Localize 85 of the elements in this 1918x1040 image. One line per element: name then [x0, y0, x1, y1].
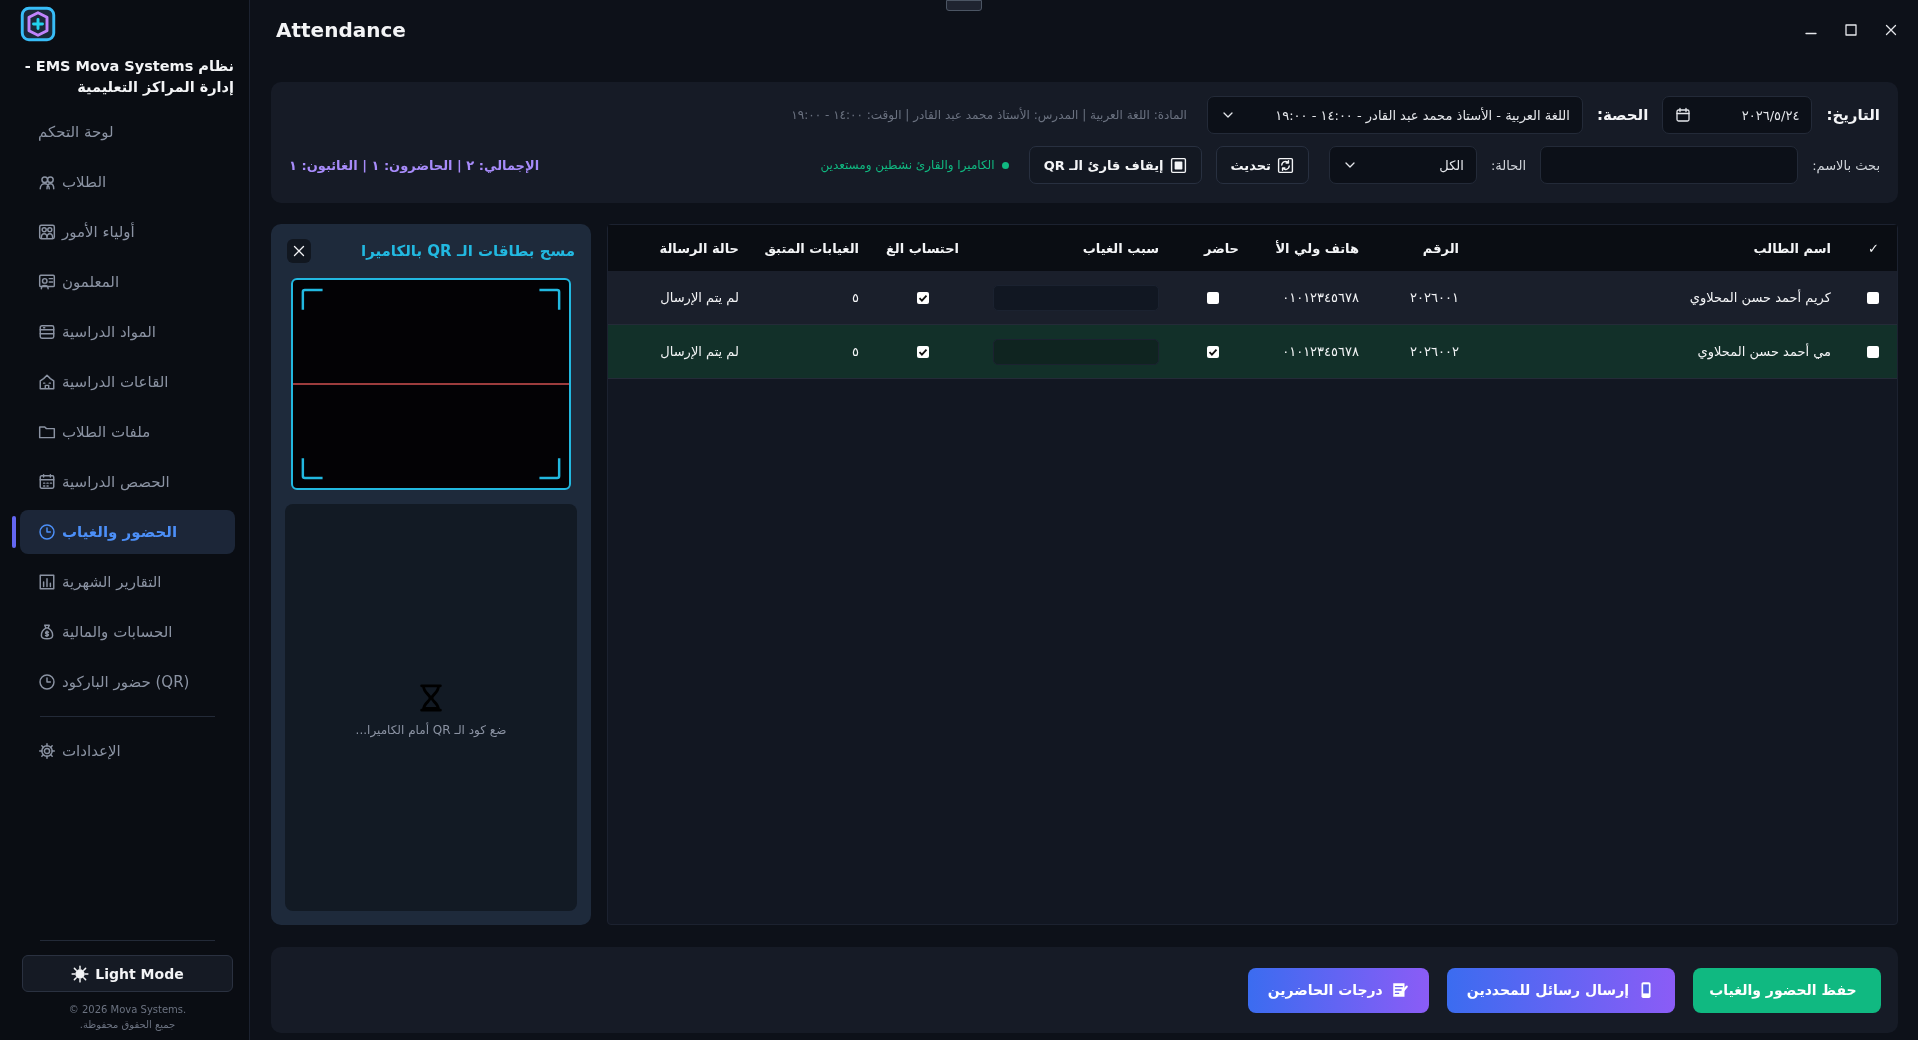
sidebar-item[interactable]: الإعدادات — [20, 729, 235, 773]
light-mode-button[interactable]: Light Mode — [22, 955, 233, 992]
close-icon — [1883, 22, 1899, 38]
session-info: المادة: اللغة العربية | المدرس: الأستاذ محمد عبد القادر | الوقت: ١٤:٠٠ - ١٩:٠٠ — [791, 108, 1187, 122]
copyright-text: © 2026 Mova Systems. — [67, 1003, 188, 1017]
stop-icon — [1169, 156, 1187, 174]
table-cell-text: ٢٠٢٦٠٠١ — [1409, 290, 1460, 305]
maximize-icon — [1843, 22, 1859, 38]
column-header: هاتف ولي الأ — [1274, 240, 1360, 256]
sidebar-item[interactable]: الحسابات والمالية — [20, 610, 235, 654]
table-cell-text: ٥ — [851, 290, 860, 305]
building-icon — [38, 373, 56, 391]
attendance-totals: الإجمالي: ٢ | الحاضرون: ١ | الغائبون: ١ — [289, 157, 540, 173]
sidebar-item[interactable]: لوحة التحكم — [20, 110, 235, 154]
calendar-icon — [1675, 107, 1692, 123]
gear-icon — [38, 742, 56, 760]
session-dropdown[interactable]: اللغة العربية - الأستاذ محمد عبد القادر - ١٤:٠٠ - ١٩:٠٠ — [1206, 96, 1583, 134]
sidebar-item[interactable]: حضور الباركود (QR) — [20, 660, 235, 704]
field-label: الحصة: — [1596, 106, 1649, 124]
status-dropdown[interactable]: الكل — [1328, 146, 1477, 184]
checkbox[interactable] — [1867, 291, 1879, 304]
column-header: الرقم — [1421, 240, 1460, 256]
close-button[interactable] — [287, 239, 311, 263]
table-cell-text: لم يتم الإرسال — [659, 290, 740, 305]
column-header: حاضر — [1202, 240, 1240, 256]
checkbox[interactable] — [1867, 345, 1879, 358]
sidebar-item[interactable]: القاعات الدراسية — [20, 360, 235, 404]
table-cell-text: ٢٠٢٦٠٠٢ — [1409, 344, 1460, 359]
scan-hint: ضع كود الـ QR أمام الكاميرا... — [355, 722, 507, 737]
sidebar-item[interactable]: التقارير الشهرية — [20, 560, 235, 604]
column-header: سبب الغياب — [1081, 240, 1160, 256]
drag-handle[interactable] — [946, 0, 982, 11]
window-title: Attendance — [275, 18, 406, 42]
logo-icon — [20, 6, 56, 42]
family-icon — [38, 223, 56, 241]
field-label: الحالة: — [1490, 157, 1527, 173]
table-row[interactable]: كريم أحمد حسن المحلاوي ٢٠٢٦٠٠١ ٠١٠١٢٣٤٥٦٧٨ ٥ لم يتم الإرسال — [608, 271, 1897, 325]
column-header: الغيابات المتبق — [763, 240, 860, 256]
sidebar-item[interactable]: أولياء الأمور — [20, 210, 235, 254]
table-cell-text: ٠١٠١٢٣٤٥٦٧٨ — [1281, 290, 1360, 305]
column-header: احتساب الغ — [884, 240, 960, 256]
table-cell-text: ٥ — [851, 344, 860, 359]
refresh-button[interactable]: تحديث — [1215, 146, 1309, 184]
clock-icon — [38, 523, 56, 541]
teacher-icon — [38, 273, 56, 291]
checkbox[interactable] — [917, 291, 929, 304]
camera-status: الكاميرا والقارئ نشطين ومستعدين — [820, 158, 995, 172]
search-field[interactable] — [1540, 146, 1799, 184]
sun-icon — [71, 964, 90, 983]
clock-icon — [38, 673, 56, 691]
action-button[interactable]: إرسال رسائل للمحددين — [1446, 967, 1675, 1013]
folder-icon — [38, 423, 56, 441]
action-button[interactable]: درجات الحاضرين — [1247, 967, 1429, 1013]
notepad-icon — [1390, 981, 1409, 999]
column-header: حالة الرسالة — [658, 240, 740, 256]
app-title: نظام EMS Mova Systems - إدارة المراكز التعليمية — [23, 57, 234, 98]
rights-text: جميع الحقوق محفوظة. — [78, 1018, 177, 1032]
close-icon — [291, 243, 307, 259]
sidebar-item[interactable]: الطلاب — [20, 160, 235, 204]
checkbox[interactable] — [1207, 291, 1219, 304]
sidebar-item[interactable]: الحصص الدراسية — [20, 460, 235, 504]
refresh-icon — [1276, 156, 1294, 174]
table-cell-text: ٠١٠١٢٣٤٥٦٧٨ — [1281, 344, 1360, 359]
date-field[interactable]: ٢٠٢٦/٥/٢٤ — [1662, 96, 1813, 134]
calendar-icon — [38, 473, 56, 491]
field-label: بحث بالاسم: — [1812, 157, 1880, 173]
checkbox[interactable] — [1207, 345, 1219, 358]
book-icon — [38, 323, 56, 341]
column-header: ✓ — [1867, 240, 1880, 256]
table-cell-text: كريم أحمد حسن المحلاوي — [1688, 290, 1832, 305]
sidebar-item[interactable]: المعلمون — [20, 260, 235, 304]
sidebar-item[interactable]: المواد الدراسية — [20, 310, 235, 354]
money-bag-icon — [38, 623, 56, 641]
minimize-icon — [1805, 31, 1817, 35]
table-cell-text: لم يتم الإرسال — [659, 344, 740, 359]
table-row[interactable]: مي أحمد حسن المحلاوي ٢٠٢٦٠٠٢ ٠١٠١٢٣٤٥٦٧٨ ٥ لم يتم الإرسال — [608, 325, 1897, 379]
table-cell-text: مي أحمد حسن المحلاوي — [1696, 344, 1832, 359]
people-icon — [38, 173, 56, 191]
bar-chart-icon — [38, 573, 56, 591]
checkbox[interactable] — [917, 345, 929, 358]
field-label: التاريخ: — [1826, 106, 1880, 124]
sidebar-item[interactable]: ملفات الطلاب — [20, 410, 235, 454]
scanner-title: مسح بطاقات الـ QR بالكاميرا — [361, 242, 575, 260]
column-header: اسم الطالب — [1752, 240, 1832, 256]
stop-qr-button[interactable]: إيقاف قارئ الـ QR — [1028, 146, 1202, 184]
